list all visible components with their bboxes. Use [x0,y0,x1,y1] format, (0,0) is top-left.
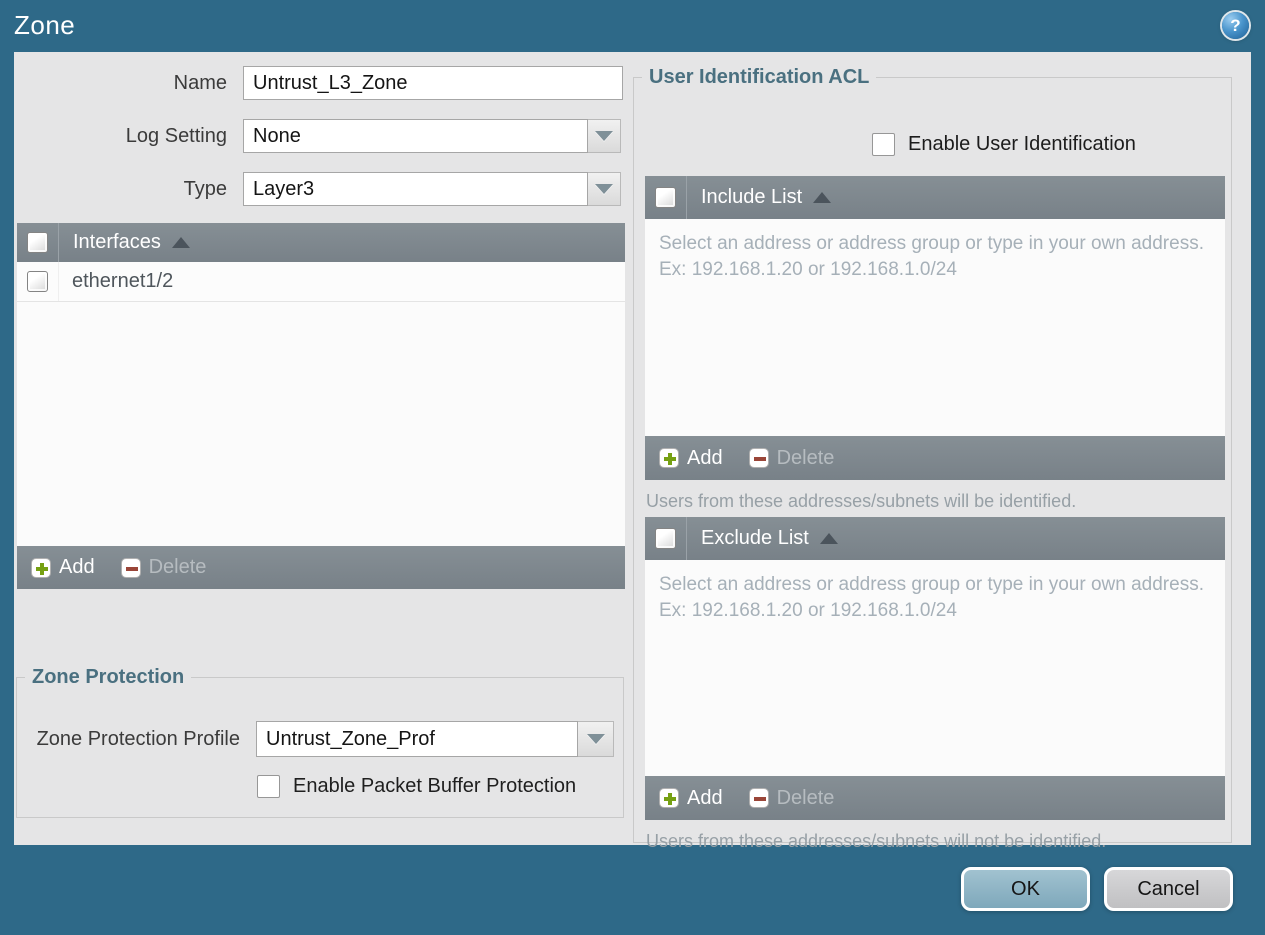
delete-icon [748,788,769,808]
log-setting-dropdown-button[interactable] [588,119,621,153]
user-identification-acl-legend: User Identification ACL [649,66,870,88]
exclude-list-label: Exclude List [701,527,809,549]
zone-protection-section: Zone Protection Zone Protection Profile … [16,666,624,818]
dialog-body: Name Log Setting Type [14,52,1251,851]
sort-ascending-icon [819,533,838,544]
zone-protection-legend: Zone Protection [32,666,185,688]
exclude-list-body: Select an address or address group or ty… [645,560,1225,776]
interfaces-table-header: Interfaces [17,223,625,262]
enable-packet-buffer-protection-label: Enable Packet Buffer Protection [293,775,577,797]
interface-row-checkbox[interactable] [27,271,48,292]
exclude-select-all-checkbox[interactable] [655,528,676,549]
dialog-titlebar: Zone ? [0,0,1265,52]
interfaces-select-all-checkbox[interactable] [27,232,48,253]
exclude-add-button[interactable]: Add [659,787,723,810]
user-identification-acl-section: User Identification ACL Enable User Iden… [633,66,1232,851]
exclude-delete-button[interactable]: Delete [748,787,834,810]
exclude-list-column-header[interactable]: Exclude List [687,527,838,550]
dialog-title: Zone [14,10,76,40]
name-input[interactable] [243,66,623,100]
type-dropdown-button[interactable] [588,172,621,206]
enable-user-identification-label: Enable User Identification [908,133,1136,155]
include-select-all-checkbox[interactable] [655,187,676,208]
log-setting-input[interactable] [243,119,588,153]
table-row[interactable]: ethernet1/2 [17,262,625,302]
exclude-list-header: Exclude List [645,517,1225,560]
include-list-toolbar: Add Delete [645,436,1225,480]
interfaces-add-button[interactable]: Add [31,556,95,579]
ok-button[interactable]: OK [961,867,1090,911]
add-icon [659,448,679,468]
delete-icon [120,557,141,578]
enable-packet-buffer-protection-checkbox[interactable] [257,775,280,798]
include-list-header: Include List [645,176,1225,219]
chevron-down-icon [595,131,613,141]
include-list-body: Select an address or address group or ty… [645,219,1225,436]
name-label: Name [173,72,227,94]
exclude-list-table: Exclude List Select an address or addres… [645,517,1225,820]
exclude-list-toolbar: Add Delete [645,776,1225,820]
include-delete-button[interactable]: Delete [748,447,834,470]
include-list-placeholder: Select an address or address group or ty… [659,233,1204,280]
sort-ascending-icon [171,237,190,248]
zone-protection-profile-label: Zone Protection Profile [36,728,240,750]
interfaces-column-header[interactable]: Interfaces [59,231,190,254]
chevron-down-icon [586,734,605,744]
delete-icon [748,448,769,468]
zone-protection-profile-input[interactable] [256,721,578,757]
type-label: Type [183,178,227,200]
include-list-column-header[interactable]: Include List [687,186,832,209]
interface-name: ethernet1/2 [72,270,174,292]
interfaces-table: Interfaces ethernet1/2 Add Delete [17,223,625,589]
zone-protection-profile-dropdown-button[interactable] [578,721,614,757]
add-icon [659,788,679,808]
exclude-list-caption: Users from these addresses/subnets will … [646,831,1107,851]
exclude-list-placeholder: Select an address or address group or ty… [659,574,1204,621]
add-icon [31,557,51,578]
interfaces-toolbar: Add Delete [17,546,625,589]
include-list-caption: Users from these addresses/subnets will … [646,491,1077,511]
interfaces-list-body: ethernet1/2 [17,262,625,546]
chevron-down-icon [595,184,613,194]
help-icon[interactable]: ? [1222,12,1249,39]
interfaces-delete-button[interactable]: Delete [120,556,206,579]
include-add-button[interactable]: Add [659,447,723,470]
log-setting-label: Log Setting [125,125,227,147]
interfaces-column-label: Interfaces [73,231,161,253]
cancel-button[interactable]: Cancel [1104,867,1233,911]
sort-ascending-icon [813,192,832,203]
type-input[interactable] [243,172,588,206]
zone-dialog: Zone ? Name Log Setting Type [0,0,1265,935]
enable-user-identification-checkbox[interactable] [872,133,895,156]
include-list-label: Include List [701,186,803,208]
include-list-table: Include List Select an address or addres… [645,176,1225,480]
